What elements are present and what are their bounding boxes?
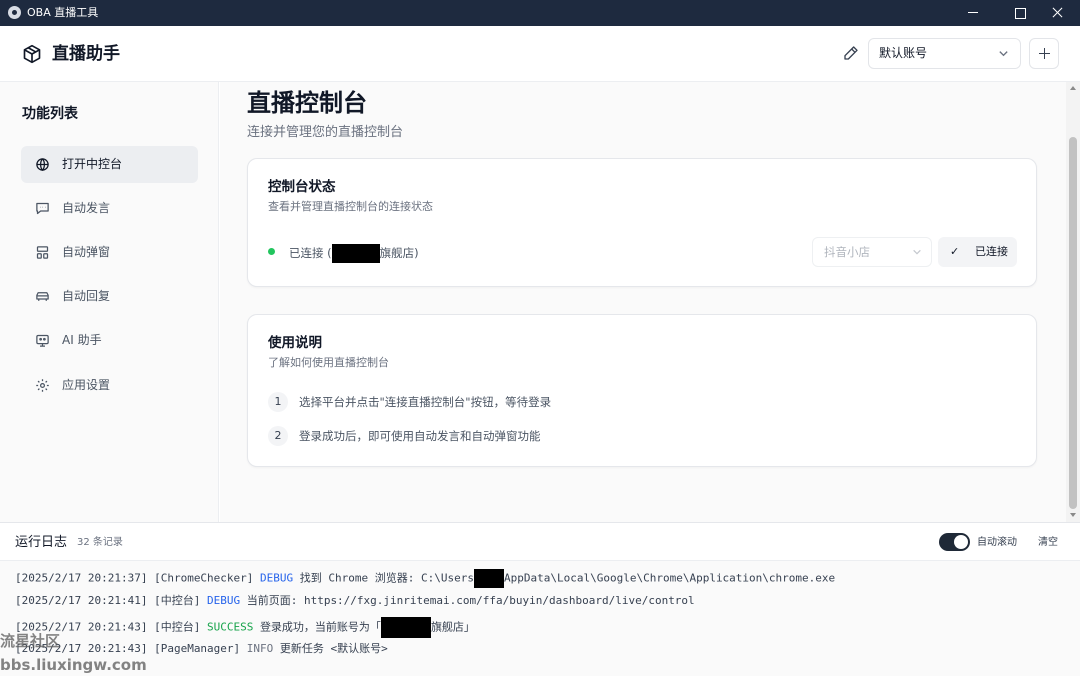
log-source: [ChromeChecker] bbox=[154, 571, 254, 585]
sidebar-item-auto-speak[interactable]: 自动发言 bbox=[21, 190, 198, 227]
robot-icon bbox=[36, 334, 49, 347]
message-icon bbox=[36, 202, 49, 215]
sidebar-item-auto-popup[interactable]: 自动弹窗 bbox=[21, 234, 198, 271]
log-level: DEBUG bbox=[260, 571, 294, 585]
sidebar-item-label: 应用设置 bbox=[62, 378, 111, 392]
redacted-block bbox=[331, 244, 380, 263]
sidebar-item-label: 打开中控台 bbox=[62, 157, 123, 171]
step-text: 选择平台并点击"连接直播控制台"按钮，等待登录 bbox=[299, 395, 552, 409]
platform-select[interactable]: 抖音小店 bbox=[812, 237, 932, 267]
log-message: 找到 Chrome 浏览器: C:\Users bbox=[299, 571, 475, 585]
log-count: 32 条记录 bbox=[77, 537, 123, 548]
brand-title: 直播助手 bbox=[52, 44, 120, 64]
account-select[interactable]: 默认账号 bbox=[868, 38, 1021, 69]
sidebar-item-label: 自动发言 bbox=[62, 201, 111, 215]
page-title: 直播控制台 bbox=[247, 89, 367, 117]
app-header: 直播助手 默认账号 bbox=[0, 26, 1080, 82]
sidebar-item-label: 自动回复 bbox=[62, 289, 111, 303]
log-message: 更新任务 <默认账号> bbox=[279, 642, 388, 655]
chevron-down-icon bbox=[999, 51, 1008, 57]
log-line: [2025/2/17 20:21:43] [中控台] SUCCESS 登录成功，… bbox=[15, 617, 475, 638]
title-bar: OBA 直播工具 bbox=[0, 0, 1080, 26]
log-time: [2025/2/17 20:21:41] bbox=[15, 594, 148, 607]
log-panel-header: 运行日志 32 条记录 自动滚动 清空 bbox=[0, 522, 1080, 561]
watermark-line: bbs.liuxingw.com bbox=[0, 656, 147, 674]
log-title: 运行日志 bbox=[15, 535, 68, 550]
sidebar-item-label: AI 助手 bbox=[62, 333, 102, 347]
step-number: 1 bbox=[268, 392, 288, 412]
log-line: [2025/2/17 20:21:41] [中控台] DEBUG 当前页面: h… bbox=[15, 593, 695, 609]
log-level: INFO bbox=[246, 642, 274, 655]
log-source: [中控台] bbox=[154, 620, 201, 634]
gear-icon bbox=[36, 379, 49, 392]
log-level: SUCCESS bbox=[206, 620, 254, 634]
redacted-block bbox=[474, 569, 505, 588]
autoscroll-toggle[interactable] bbox=[939, 533, 970, 551]
chevron-down-icon bbox=[913, 249, 921, 255]
window-title: OBA 直播工具 bbox=[27, 6, 99, 19]
sidebar-item-label: 自动弹窗 bbox=[62, 245, 111, 259]
main-scrollbar[interactable] bbox=[1066, 82, 1080, 522]
scroll-down-arrow-icon[interactable] bbox=[1070, 513, 1076, 517]
scroll-up-arrow-icon[interactable] bbox=[1070, 86, 1076, 90]
connection-status-text: 已连接 ( 旗舰店) bbox=[289, 244, 419, 263]
page-subtitle: 连接并管理您的直播控制台 bbox=[247, 125, 404, 140]
scroll-thumb[interactable] bbox=[1069, 137, 1077, 509]
card-description: 查看并管理直播控制台的连接状态 bbox=[268, 200, 433, 213]
toggle-knob bbox=[954, 535, 968, 549]
car-icon bbox=[36, 292, 49, 301]
app-logo-icon bbox=[8, 6, 21, 19]
log-line: [2025/2/17 20:21:37] [ChromeChecker] DEB… bbox=[15, 569, 835, 588]
sidebar-item-settings[interactable]: 应用设置 bbox=[21, 367, 198, 404]
log-source: [PageManager] bbox=[154, 642, 241, 655]
globe-icon bbox=[36, 158, 49, 172]
check-icon: ✓ bbox=[950, 245, 960, 258]
redacted-block bbox=[380, 617, 431, 638]
minimize-button[interactable] bbox=[950, 0, 996, 26]
step-number: 2 bbox=[268, 426, 288, 446]
sidebar-item-console[interactable]: 打开中控台 bbox=[21, 146, 198, 183]
log-body[interactable]: [2025/2/17 20:21:37] [ChromeChecker] DEB… bbox=[0, 561, 1080, 676]
connected-button-label: 已连接 bbox=[975, 245, 1008, 258]
log-source: [中控台] bbox=[154, 594, 201, 607]
card-title: 控制台状态 bbox=[268, 179, 336, 195]
usage-instructions-card: 使用说明 了解如何使用直播控制台 1 选择平台并点击"连接直播控制台"按钮，等待… bbox=[247, 314, 1037, 467]
log-time: [2025/2/17 20:21:37] bbox=[15, 571, 148, 585]
log-message-rest: AppData\Local\Google\Chrome\Application\… bbox=[504, 571, 836, 585]
card-title: 使用说明 bbox=[268, 335, 322, 351]
platform-select-value: 抖音小店 bbox=[824, 245, 870, 259]
layout-icon bbox=[36, 246, 49, 259]
log-line: [2025/2/17 20:21:43] [PageManager] INFO … bbox=[15, 641, 388, 657]
status-dot-icon bbox=[268, 248, 275, 255]
sidebar-item-auto-reply[interactable]: 自动回复 bbox=[21, 278, 198, 315]
sidebar-heading: 功能列表 bbox=[22, 106, 78, 122]
step-text: 登录成功后，即可使用自动发言和自动弹窗功能 bbox=[299, 429, 541, 443]
add-account-button[interactable] bbox=[1029, 38, 1059, 69]
pencil-icon[interactable] bbox=[843, 45, 859, 61]
log-message-rest: 旗舰店」 bbox=[430, 620, 475, 634]
watermark-line: 流星社区 bbox=[0, 632, 61, 650]
account-select-value: 默认账号 bbox=[879, 46, 928, 60]
close-window-button[interactable] bbox=[1034, 0, 1080, 26]
log-message: 当前页面: https://fxg.jinritemai.com/ffa/buy… bbox=[246, 594, 695, 607]
status-suffix: 旗舰店) bbox=[379, 246, 419, 260]
console-status-card: 控制台状态 查看并管理直播控制台的连接状态 已连接 ( 旗舰店) 抖音小店 ✓ 已… bbox=[247, 158, 1037, 287]
main-content: 直播控制台 连接并管理您的直播控制台 控制台状态 查看并管理直播控制台的连接状态… bbox=[220, 82, 1066, 522]
log-message: 登录成功，当前账号为「 bbox=[259, 620, 381, 634]
autoscroll-label: 自动滚动 bbox=[977, 537, 1017, 548]
connected-button[interactable]: ✓ 已连接 bbox=[938, 237, 1017, 267]
sidebar: 功能列表 打开中控台 自动发言 自动弹窗 自动回复 AI 助手 应用设置 bbox=[0, 82, 219, 522]
status-prefix: 已连接 ( bbox=[289, 246, 332, 260]
log-level: DEBUG bbox=[206, 594, 241, 607]
clear-log-button[interactable]: 清空 bbox=[1038, 536, 1058, 550]
package-icon bbox=[23, 44, 41, 64]
sidebar-item-ai-assistant[interactable]: AI 助手 bbox=[21, 322, 198, 359]
card-description: 了解如何使用直播控制台 bbox=[268, 356, 389, 369]
